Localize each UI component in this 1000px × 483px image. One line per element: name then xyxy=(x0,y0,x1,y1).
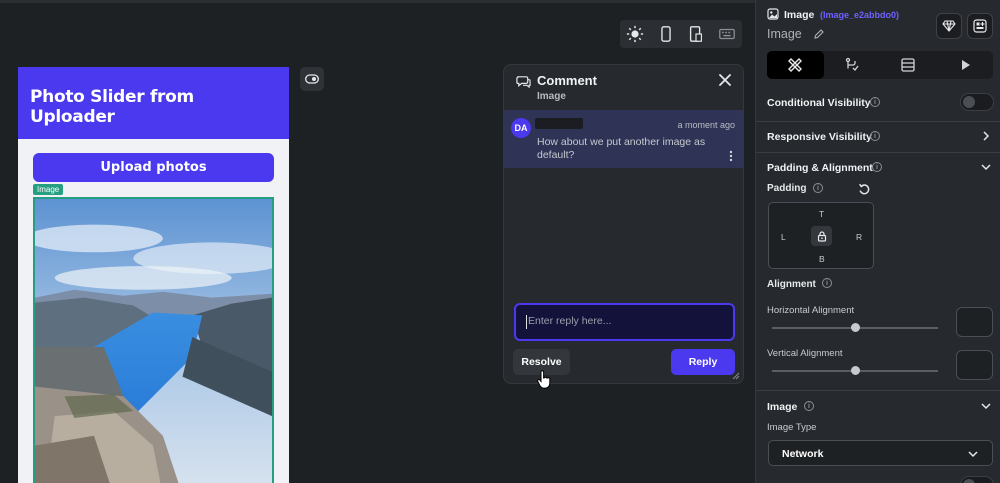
properties-panel: Image (Image_e2abbdo0) Image Conditional… xyxy=(755,0,1000,483)
horizontal-slider-knob[interactable] xyxy=(850,323,860,332)
lock-button[interactable] xyxy=(811,226,832,246)
padding-alignment-label: Padding & Alignment xyxy=(767,162,873,174)
reply-input[interactable]: Enter reply here... xyxy=(514,303,735,341)
page-title: Photo Slider from Uploader xyxy=(30,87,194,127)
divider xyxy=(756,152,1000,153)
database-icon xyxy=(901,58,915,72)
reply-placeholder: Enter reply here... xyxy=(528,315,612,327)
chevron-down-icon[interactable] xyxy=(981,162,991,172)
tab-backend-query[interactable] xyxy=(880,51,937,79)
vertical-slider-knob[interactable] xyxy=(850,366,860,375)
add-widget-icon xyxy=(973,19,987,33)
cropped-toggle[interactable] xyxy=(960,476,994,483)
property-tabs xyxy=(767,51,993,79)
add-widget-button[interactable] xyxy=(967,13,993,39)
padding-top-label[interactable]: T xyxy=(819,209,824,219)
image-widget-icon xyxy=(767,8,779,20)
widget-type: Image xyxy=(784,9,815,21)
image-widget[interactable] xyxy=(33,197,274,483)
comment-icon xyxy=(516,76,531,89)
top-border xyxy=(0,0,755,3)
info-icon: i xyxy=(804,401,814,411)
lock-icon xyxy=(817,230,826,242)
alignment-label: Alignment xyxy=(767,279,816,290)
redacted-author-name xyxy=(535,118,583,129)
image-type-select[interactable]: Network xyxy=(768,440,993,466)
app-bar: Photo Slider from Uploader xyxy=(18,67,289,139)
diamond-icon xyxy=(942,20,956,32)
divider xyxy=(756,390,1000,391)
divider xyxy=(756,121,1000,122)
paint-tools-icon xyxy=(788,58,803,72)
chevron-right-icon[interactable] xyxy=(981,131,991,141)
widget-tree-toggle[interactable] xyxy=(300,67,324,91)
padding-right-label[interactable]: R xyxy=(856,232,862,242)
padding-label: Padding xyxy=(767,183,807,194)
tab-animations[interactable] xyxy=(937,51,994,79)
resize-handle-icon[interactable] xyxy=(732,372,740,380)
conditional-visibility-label: Conditional Visibility xyxy=(767,97,871,109)
image-selection-tag: Image xyxy=(33,184,64,195)
reply-button[interactable]: Reply xyxy=(671,349,735,375)
vertical-alignment-label: Vertical Alignment xyxy=(767,348,843,359)
image-type-value: Network xyxy=(782,448,824,460)
comment-header: Comment Image xyxy=(504,65,743,109)
padding-left-label[interactable]: L xyxy=(781,232,786,242)
horizontal-alignment-label: Horizontal Alignment xyxy=(767,305,855,316)
widget-id: (Image_e2abbdo0) xyxy=(820,10,900,20)
view-toolbar xyxy=(620,20,742,48)
edit-icon[interactable] xyxy=(813,28,825,40)
comment-panel: Comment Image DA a moment ago How about … xyxy=(503,64,744,384)
padding-editor: T L R B xyxy=(768,202,874,269)
comment-text: How about we put another image as defaul… xyxy=(537,136,706,161)
conditional-visibility-toggle[interactable] xyxy=(960,93,994,111)
chevron-down-icon xyxy=(968,451,978,458)
comment-subtitle: Image xyxy=(537,91,566,102)
padding-bottom-label[interactable]: B xyxy=(819,254,825,264)
tablet-icon[interactable] xyxy=(685,23,707,45)
tab-properties[interactable] xyxy=(767,51,824,79)
hand-cursor-icon xyxy=(537,370,551,389)
reset-icon[interactable] xyxy=(858,183,871,196)
toggle-icon xyxy=(305,74,319,84)
phone-icon[interactable] xyxy=(655,23,677,45)
responsive-visibility-label: Responsive Visibility xyxy=(767,131,872,143)
keyboard-icon[interactable] xyxy=(716,23,738,45)
diamond-button[interactable] xyxy=(936,13,962,39)
comment-timestamp: a moment ago xyxy=(677,120,735,130)
info-icon: i xyxy=(870,131,880,141)
info-icon: i xyxy=(872,162,882,172)
comment-item: DA a moment ago How about we put another… xyxy=(504,110,743,168)
upload-photos-button[interactable]: Upload photos xyxy=(33,153,274,182)
more-options-icon[interactable] xyxy=(729,150,733,162)
comment-title: Comment xyxy=(537,73,597,88)
close-icon[interactable] xyxy=(717,72,733,88)
play-icon xyxy=(961,60,970,70)
sun-icon[interactable] xyxy=(624,23,646,45)
info-icon: i xyxy=(813,183,823,193)
image-section-label: Image xyxy=(767,401,798,413)
landscape-photo xyxy=(35,199,272,483)
chevron-down-icon[interactable] xyxy=(981,401,991,411)
info-icon: i xyxy=(870,97,880,107)
widget-name: Image xyxy=(767,27,802,41)
horizontal-alignment-value[interactable] xyxy=(956,307,993,337)
vertical-alignment-value[interactable] xyxy=(956,350,993,380)
avatar: DA xyxy=(511,118,531,138)
phone-preview: Photo Slider from Uploader Upload photos… xyxy=(18,67,289,483)
tab-actions[interactable] xyxy=(824,51,881,79)
image-type-label: Image Type xyxy=(767,422,817,433)
actions-icon xyxy=(845,57,859,71)
info-icon: i xyxy=(822,278,832,288)
